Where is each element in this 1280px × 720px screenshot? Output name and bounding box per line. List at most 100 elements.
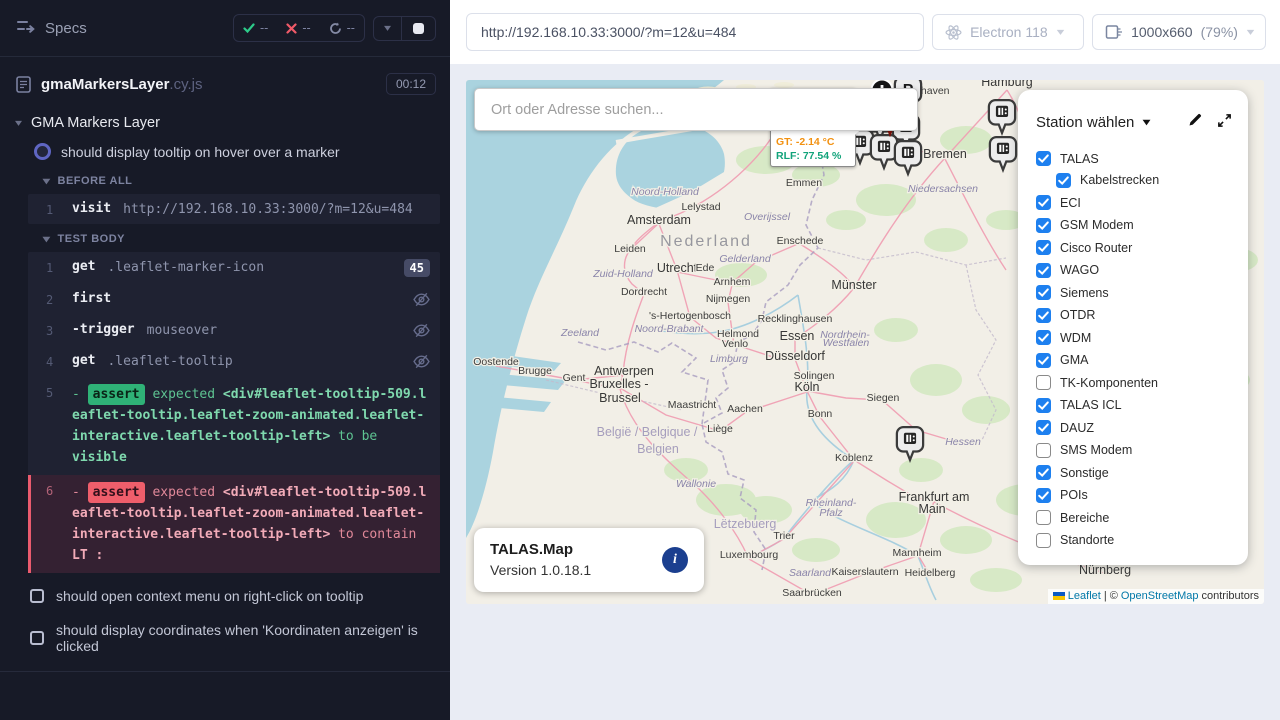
checkbox-checked[interactable] [1036,240,1051,255]
map-place-label: Recklinghausen [758,313,833,325]
layer-checkbox-talas[interactable]: TALAS [1036,151,1248,166]
map-place-label: Main [918,502,945,516]
checkbox-checked[interactable] [1036,285,1051,300]
layer-checkbox-wago[interactable]: WAGO [1036,263,1248,278]
layer-checkbox-sonstige[interactable]: Sonstige [1036,465,1248,480]
chevron-down-icon: ▾ [15,118,22,129]
search-input[interactable] [489,101,893,119]
checkbox-checked[interactable] [1036,330,1051,345]
pending-test-row[interactable]: should display coordinates when 'Koordin… [0,613,450,663]
before-all-commands: 1visithttp://192.168.10.33:3000/?m=12&u=… [28,194,440,224]
layer-checkbox-pois[interactable]: POIs [1036,488,1248,503]
layer-label: ECI [1060,196,1081,210]
map-place-label: Aachen [727,403,763,415]
before-all-header[interactable]: ▾ BEFORE ALL [0,166,450,194]
stat-failed: -- [277,15,319,41]
command-number: 4 [46,353,72,369]
layer-label: Kabelstrecken [1080,173,1159,187]
browser-selector[interactable]: Electron 118 ▾ [932,14,1084,50]
checkbox-checked[interactable] [1036,420,1051,435]
checkbox-unchecked[interactable] [1036,533,1051,548]
checkbox-checked[interactable] [1056,173,1071,188]
test-row[interactable]: should display tooltip on hover over a m… [0,135,450,166]
info-icon[interactable]: i [662,547,688,573]
layer-checkbox-dauz[interactable]: DAUZ [1036,420,1248,435]
map-place-label: Düsseldorf [765,349,825,363]
layer-checkbox-otdr[interactable]: OTDR [1036,308,1248,323]
layer-checkbox-eci[interactable]: ECI [1036,195,1248,210]
map-place-label: Zeeland [560,327,600,339]
map-place-label: Enschede [777,235,824,247]
command-number: 1 [46,201,72,217]
leaflet-map[interactable]: HamburgBremerhavenBremenNiedersachsenEmm… [466,80,1264,604]
command-method: get [72,353,95,368]
command-row[interactable]: 4get .leaflet-tooltip [28,346,440,377]
layer-label: GSM Modem [1060,218,1134,232]
station-marker-icon[interactable] [988,135,1018,178]
map-attribution: Leaflet | © OpenStreetMap contributors [1048,589,1264,604]
chevron-down-icon[interactable]: ▾ [1143,117,1150,128]
checkbox-checked[interactable] [1036,488,1051,503]
command-row[interactable]: 1get.leaflet-marker-icon45 [28,252,440,284]
checkbox-unchecked[interactable] [1036,510,1051,525]
checkbox-unchecked[interactable] [1036,375,1051,390]
map-place-label: Hamburg [981,80,1032,89]
map-place-label: Pfalz [819,507,843,519]
checkbox-checked[interactable] [1036,398,1051,413]
layer-checkbox-tk-komponenten[interactable]: TK-Komponenten [1036,375,1248,390]
map-place-label: Wallonie [676,478,716,490]
checkbox-unchecked[interactable] [1036,443,1051,458]
layer-label: Siemens [1060,286,1109,300]
specs-list-icon[interactable] [16,18,35,39]
layer-checkbox-gma[interactable]: GMA [1036,353,1248,368]
command-row[interactable]: 2first [28,284,440,315]
viewport-selector[interactable]: 1000x660 (79%) ▾ [1092,14,1266,50]
leaflet-link[interactable]: Leaflet [1068,590,1101,602]
command-message: .leaflet-tooltip [107,353,413,369]
checkbox-checked[interactable] [1036,353,1051,368]
cypress-reporter: Specs -- -- -- ▾ gmaMarkersLayer.cy.js 0… [0,0,450,720]
test-title: should display tooltip on hover over a m… [61,144,340,160]
collapse-button[interactable]: ▾ [374,17,401,40]
layer-checkbox-siemens[interactable]: Siemens [1036,285,1248,300]
url-bar[interactable]: http://192.168.10.33:3000/?m=12&u=484 [466,13,924,51]
checkbox-checked[interactable] [1036,308,1051,323]
specs-title: Specs [45,20,87,37]
checkbox-checked[interactable] [1036,151,1051,166]
pending-test-row[interactable]: should open context menu on right-click … [0,579,450,613]
assert-command-row[interactable]: 6- assert expected <div#leaflet-tooltip-… [28,475,440,573]
layer-checkbox-gsm-modem[interactable]: GSM Modem [1036,218,1248,233]
stop-button[interactable] [401,17,435,40]
layer-checkbox-bereiche[interactable]: Bereiche [1036,510,1248,525]
pending-test-icon [30,589,44,603]
osm-link[interactable]: OpenStreetMap [1121,590,1199,602]
expand-icon[interactable] [1217,113,1232,133]
edit-pencil-icon[interactable] [1187,112,1203,133]
checkbox-checked[interactable] [1036,465,1051,480]
layer-checkbox-wdm[interactable]: WDM [1036,330,1248,345]
layer-checkbox-cisco-router[interactable]: Cisco Router [1036,240,1248,255]
assert-command-row[interactable]: 5- assert expected <div#leaflet-tooltip-… [28,377,440,475]
before-all-label: BEFORE ALL [58,175,133,187]
command-row[interactable]: 1visithttp://192.168.10.33:3000/?m=12&u=… [28,194,440,224]
layer-checkbox-sms-modem[interactable]: SMS Modem [1036,443,1248,458]
electron-icon [945,24,962,41]
map-search[interactable] [474,88,918,131]
suite-row[interactable]: ▾ GMA Markers Layer [0,109,450,135]
spec-file-name: gmaMarkersLayer [41,76,169,93]
station-marker-icon[interactable] [895,425,925,468]
command-row[interactable]: 3-triggermouseover [28,315,440,346]
station-marker-icon[interactable] [893,139,923,182]
layer-checkbox-kabelstrecken[interactable]: Kabelstrecken [1056,173,1248,188]
checkbox-checked[interactable] [1036,218,1051,233]
test-body-header[interactable]: ▾ TEST BODY [0,224,450,252]
spec-file-row[interactable]: gmaMarkersLayer.cy.js 00:12 [0,57,450,109]
command-message: mouseover [147,322,413,338]
spec-file-icon [16,76,31,93]
assert-pill: assert [88,384,145,405]
layer-checkbox-standorte[interactable]: Standorte [1036,533,1248,548]
layer-checkbox-talas-icl[interactable]: TALAS ICL [1036,398,1248,413]
checkbox-checked[interactable] [1036,263,1051,278]
checkbox-checked[interactable] [1036,195,1051,210]
browser-name: Electron 118 [970,24,1048,40]
